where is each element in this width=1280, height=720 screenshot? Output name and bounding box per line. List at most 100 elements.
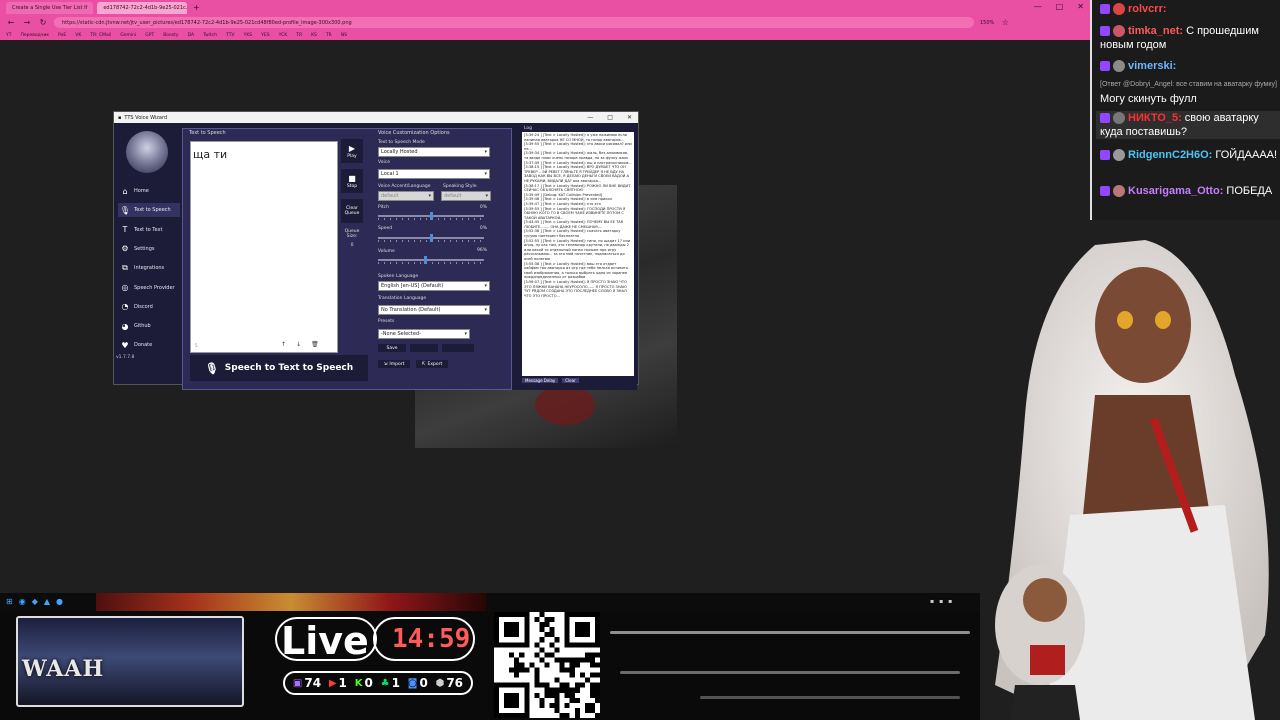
pitch-slider[interactable] bbox=[378, 212, 484, 220]
save-button[interactable]: Save bbox=[378, 344, 406, 352]
sidebar-item-text-to-text[interactable]: T Text to Text bbox=[118, 223, 180, 237]
app-icon[interactable]: ▲ bbox=[44, 597, 50, 606]
trash-icon[interactable]: 🗑 bbox=[311, 341, 319, 348]
chat-username[interactable]: Kusarigama_Otto: bbox=[1128, 185, 1223, 197]
zoom-level[interactable]: 150% bbox=[980, 20, 994, 26]
speech-to-text-button[interactable]: 🎙 Speech to Text to Speech bbox=[190, 355, 368, 381]
sidebar-item-github[interactable]: ◕ Github bbox=[118, 319, 180, 333]
browser-tab-active[interactable]: ed178742-72c2-4d1b-9e25-021c... bbox=[97, 1, 188, 14]
tray-icon[interactable]: ▪ bbox=[948, 598, 952, 605]
presets-select[interactable]: -None Selected- bbox=[378, 329, 470, 339]
translation-select[interactable]: No Translation (Default) bbox=[378, 305, 490, 315]
chat-text: ГОЙДАААА! bbox=[1212, 149, 1278, 161]
subscriber-badge-icon bbox=[1100, 4, 1110, 15]
bookmark-item[interactable]: Twitch bbox=[203, 33, 217, 38]
bookmark-item[interactable]: Переводчик bbox=[21, 33, 50, 38]
sidebar-item-speech-provider[interactable]: ◎ Speech Provider bbox=[118, 281, 180, 295]
bookmark-item[interactable]: DA bbox=[188, 33, 194, 38]
chat-username[interactable]: rolvcrr: bbox=[1128, 3, 1167, 15]
chat-username[interactable]: vimerski: bbox=[1128, 60, 1176, 72]
other-platform-icon: ⬢ bbox=[435, 677, 445, 689]
message-delay-button[interactable]: Message Delay bbox=[522, 377, 559, 383]
pitch-slider-thumb[interactable] bbox=[429, 212, 433, 220]
tray-icon[interactable]: ▪ bbox=[939, 598, 943, 605]
youtube-icon: ▶ bbox=[328, 677, 337, 689]
maximize-icon[interactable]: □ bbox=[607, 114, 613, 121]
play-button[interactable]: ▶ Play bbox=[341, 139, 363, 163]
forward-icon[interactable]: → bbox=[22, 18, 32, 27]
vtuber-model bbox=[995, 240, 1269, 720]
preset-action-button[interactable] bbox=[410, 344, 438, 352]
volume-slider-thumb[interactable] bbox=[424, 256, 428, 264]
bookmark-item[interactable]: YES bbox=[261, 33, 269, 38]
volume-slider[interactable] bbox=[378, 256, 484, 264]
log-output[interactable]: [3:39:24 ] [Text > Locally Hosted]: я уж… bbox=[522, 132, 634, 376]
close-icon[interactable]: ✕ bbox=[627, 114, 632, 121]
import-button[interactable]: ⇲ Import bbox=[378, 360, 410, 368]
stop-button[interactable]: ■ Stop bbox=[341, 169, 363, 193]
bookmark-item[interactable]: TTV bbox=[226, 33, 235, 38]
url-field[interactable]: https://static-cdn.jtvnw.net/jtv_user_pi… bbox=[54, 17, 974, 28]
mode-select[interactable]: Locally Hosted bbox=[378, 147, 490, 157]
bookmark-item[interactable]: NS bbox=[341, 33, 347, 38]
bookmark-item[interactable]: TR: CMail bbox=[90, 33, 111, 38]
minimize-icon[interactable]: — bbox=[1034, 2, 1042, 11]
app-icon[interactable]: ◆ bbox=[32, 597, 38, 606]
export-label: Export bbox=[427, 361, 443, 367]
chat-username[interactable]: НИКТО_5: bbox=[1128, 112, 1182, 124]
style-select[interactable]: default bbox=[441, 191, 491, 201]
bookmark-item[interactable]: Gemini bbox=[120, 33, 136, 38]
github-icon: ◕ bbox=[121, 321, 129, 331]
speed-slider-thumb[interactable] bbox=[429, 234, 433, 242]
reload-icon[interactable]: ↻ bbox=[38, 18, 48, 27]
export-button[interactable]: ⇱ Export bbox=[416, 360, 448, 368]
preset-action-button[interactable] bbox=[442, 344, 474, 352]
chat-username[interactable]: RidgennC2H6O: bbox=[1128, 149, 1212, 161]
bookmark-item[interactable]: Boosty bbox=[163, 33, 178, 38]
chat-message: Kusarigama_Otto: ПОБЕДА bbox=[1100, 184, 1278, 198]
start-icon[interactable]: ⊞ bbox=[6, 597, 13, 606]
bookmark-item[interactable]: TR bbox=[326, 33, 332, 38]
sidebar-item-donate[interactable]: ♥ Donate bbox=[118, 338, 180, 352]
close-icon[interactable]: ✕ bbox=[1077, 2, 1084, 11]
sidebar-item-text-to-speech[interactable]: 🎙 Text to Speech bbox=[118, 203, 180, 218]
tray-icon[interactable]: ▪ bbox=[930, 598, 934, 605]
voice-select[interactable]: Local 1 bbox=[378, 169, 490, 179]
minimize-icon[interactable]: — bbox=[587, 114, 593, 121]
bookmark-item[interactable]: KS bbox=[311, 33, 317, 38]
maximize-icon[interactable]: □ bbox=[1056, 2, 1064, 11]
chat-username[interactable]: timka_net: bbox=[1128, 25, 1183, 37]
browser-icon[interactable]: ◉ bbox=[19, 597, 26, 606]
viewer-count: ◙ 0 bbox=[408, 676, 428, 690]
chibi-scarf bbox=[1030, 645, 1065, 675]
arrow-up-icon[interactable]: ↑ bbox=[281, 341, 286, 348]
import-label: Import bbox=[389, 361, 405, 367]
back-icon[interactable]: ← bbox=[6, 18, 16, 27]
address-bar: ← → ↻ https://static-cdn.jtvnw.net/jtv_u… bbox=[0, 15, 1090, 30]
bookmark-item[interactable]: VK bbox=[75, 33, 81, 38]
bookmark-item[interactable]: TR bbox=[296, 33, 302, 38]
microphone-icon: 🎙 bbox=[119, 205, 131, 215]
arrow-down-icon[interactable]: ↓ bbox=[296, 341, 301, 348]
browser-tab[interactable]: Create a Single Use Tier List If bbox=[6, 1, 94, 14]
sidebar-item-home[interactable]: ⌂ Home bbox=[118, 184, 180, 198]
speed-value: 0% bbox=[479, 226, 487, 231]
bookmark-item[interactable]: YKS bbox=[244, 33, 253, 38]
accent-select[interactable]: default bbox=[378, 191, 434, 201]
tts-text-input[interactable]: ща ти 5 ↑ ↓ 🗑 bbox=[190, 141, 338, 353]
clear-log-button[interactable]: Clear bbox=[562, 377, 579, 383]
sidebar-item-discord[interactable]: ◔ Discord bbox=[118, 300, 180, 314]
speed-slider[interactable] bbox=[378, 234, 484, 242]
sidebar-item-settings[interactable]: ⚙ Settings bbox=[118, 242, 180, 256]
bookmark-item[interactable]: YT bbox=[6, 33, 12, 38]
app-icon[interactable]: ● bbox=[56, 597, 63, 606]
new-tab-icon[interactable]: + bbox=[191, 3, 201, 12]
clear-queue-button[interactable]: Clear Queue bbox=[341, 199, 363, 223]
star-icon[interactable]: ☆ bbox=[1000, 18, 1010, 27]
bookmark-item[interactable]: PoE bbox=[58, 33, 66, 38]
play-icon: ▶ bbox=[348, 143, 356, 153]
spoken-language-select[interactable]: English [en-US] (Default) bbox=[378, 281, 490, 291]
bookmark-item[interactable]: YCK bbox=[279, 33, 288, 38]
bookmark-item[interactable]: GPT bbox=[145, 33, 154, 38]
sidebar-item-integrations[interactable]: ⧉ Integrations bbox=[118, 261, 180, 275]
